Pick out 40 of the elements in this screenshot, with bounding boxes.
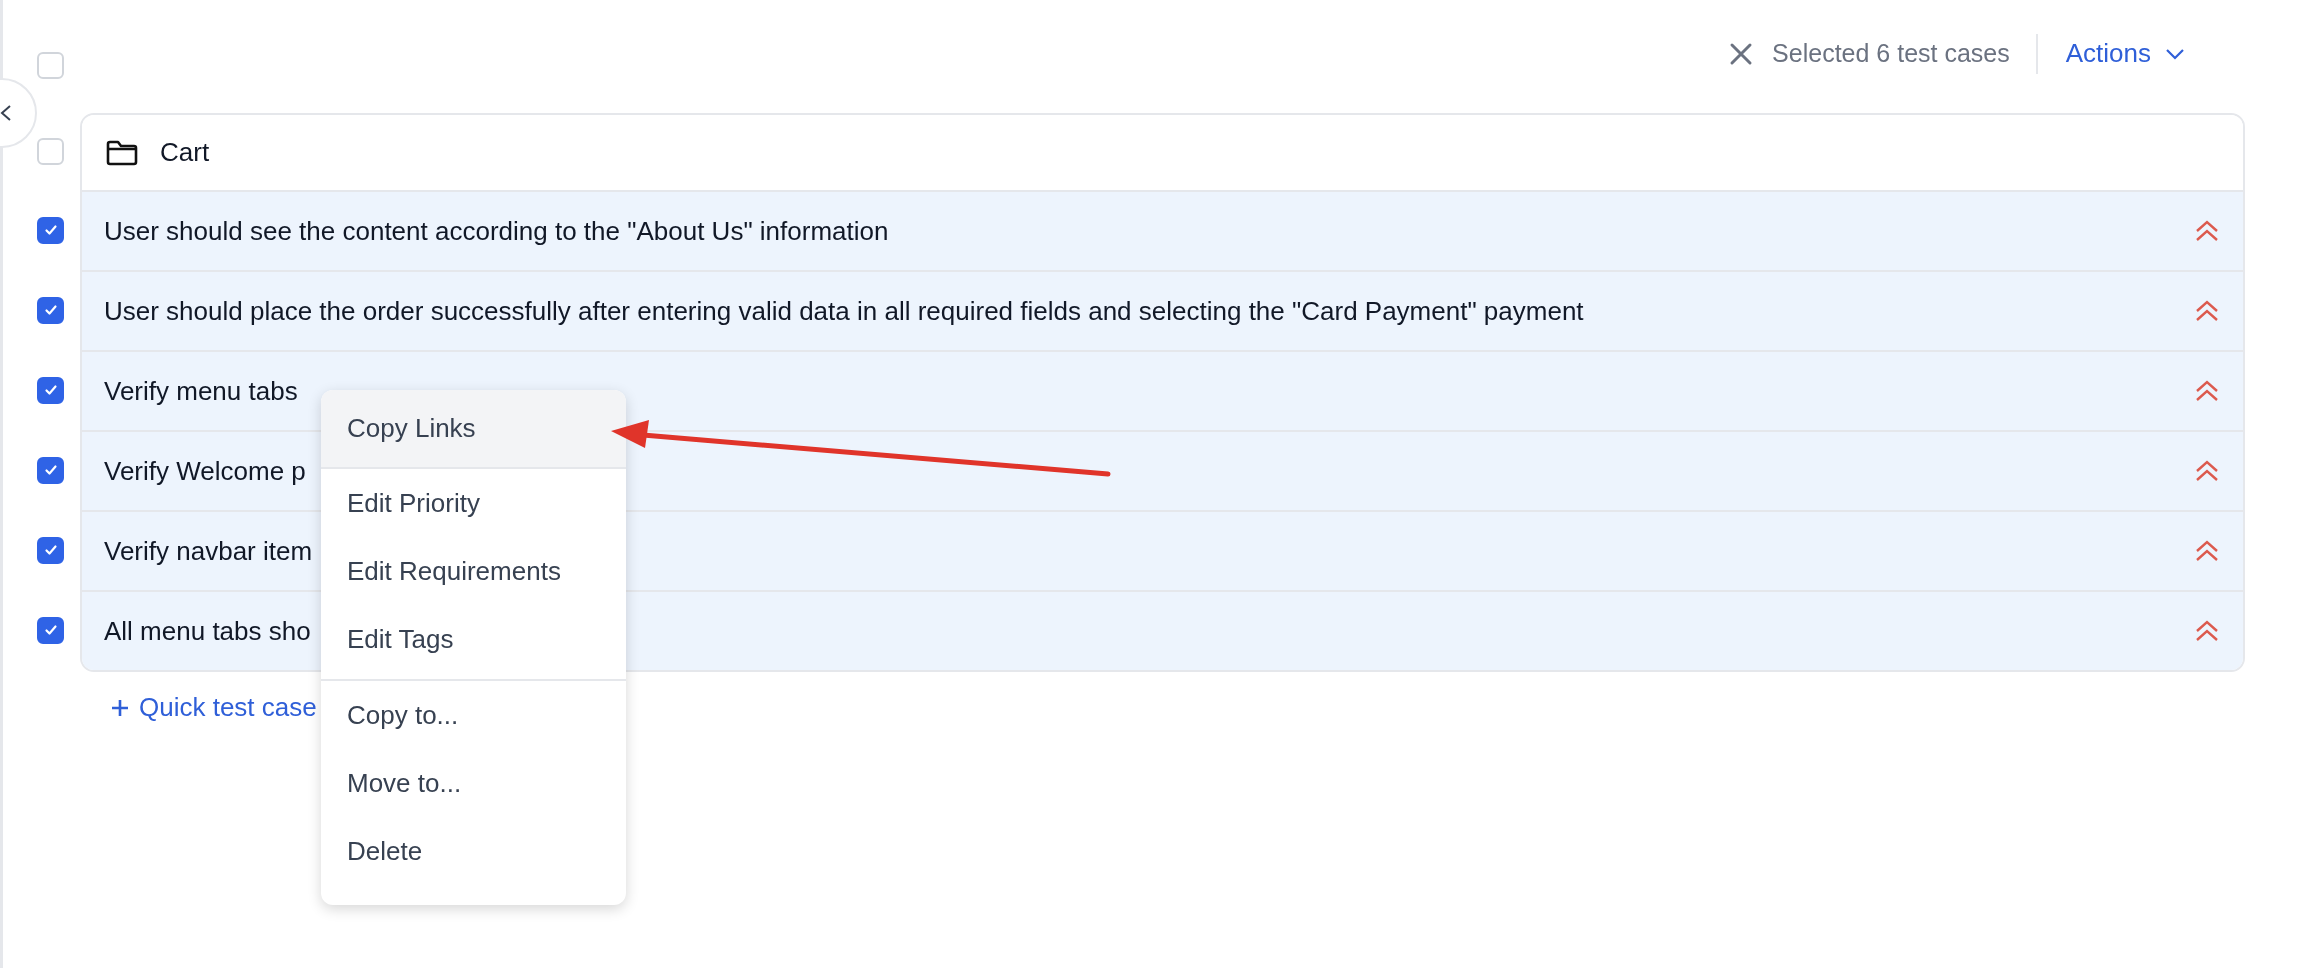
checkbox[interactable] — [37, 456, 64, 484]
double-chevron-icon — [2195, 219, 2219, 243]
check-icon — [42, 542, 59, 558]
check-icon — [42, 382, 59, 398]
plus-icon — [111, 698, 129, 717]
double-chevron-icon — [2195, 299, 2219, 323]
menu-item[interactable]: Copy to... — [321, 681, 626, 749]
test-case-title: Verify menu tabs — [104, 375, 298, 407]
folder-name: Cart — [160, 137, 210, 168]
menu-item[interactable]: Edit Tags — [321, 605, 626, 673]
test-case-row[interactable]: User should see the content according to the "About Us" information — [82, 190, 2243, 270]
caret-icon — [2165, 47, 2185, 60]
checkbox[interactable] — [37, 296, 64, 324]
check-icon — [42, 622, 59, 638]
test-case-title: User should see the content according to the "About Us" information — [104, 215, 889, 247]
checkbox[interactable] — [37, 216, 64, 244]
checkbox[interactable] — [37, 536, 64, 564]
double-chevron-icon — [2195, 539, 2219, 563]
actions-button[interactable]: Actions — [2065, 38, 2185, 69]
chevron-left-icon — [0, 103, 13, 123]
close-button[interactable] — [1729, 41, 1754, 66]
double-chevron-icon — [2195, 459, 2219, 483]
selection-count: Selected 6 test cases — [1772, 39, 2010, 68]
quick-add-link[interactable]: Quick test case — [111, 692, 317, 723]
check-icon — [42, 302, 59, 318]
test-case-title: Verify navbar item — [104, 535, 313, 567]
menu-item[interactable]: Copy Links — [321, 390, 626, 467]
menu-item[interactable]: Delete — [321, 817, 626, 885]
test-case-title: Verify Welcome p — [104, 455, 306, 487]
checkbox[interactable] — [37, 616, 64, 644]
check-icon — [42, 222, 59, 238]
menu-item[interactable]: Move to... — [321, 749, 626, 817]
test-case-title: User should place the order successfully after entering valid data in all required fields and selecting the "Card Payment" payment — [104, 295, 1584, 327]
double-chevron-icon — [2195, 619, 2219, 643]
test-case-title: All menu tabs sho — [104, 615, 311, 647]
double-chevron-icon — [2195, 379, 2219, 403]
test-case-row[interactable]: User should place the order successfully after entering valid data in all required fields and selecting the "Card Payment" payment — [82, 270, 2243, 350]
folder-icon — [106, 139, 138, 166]
checkbox[interactable] — [37, 376, 64, 404]
check-icon — [42, 462, 59, 478]
